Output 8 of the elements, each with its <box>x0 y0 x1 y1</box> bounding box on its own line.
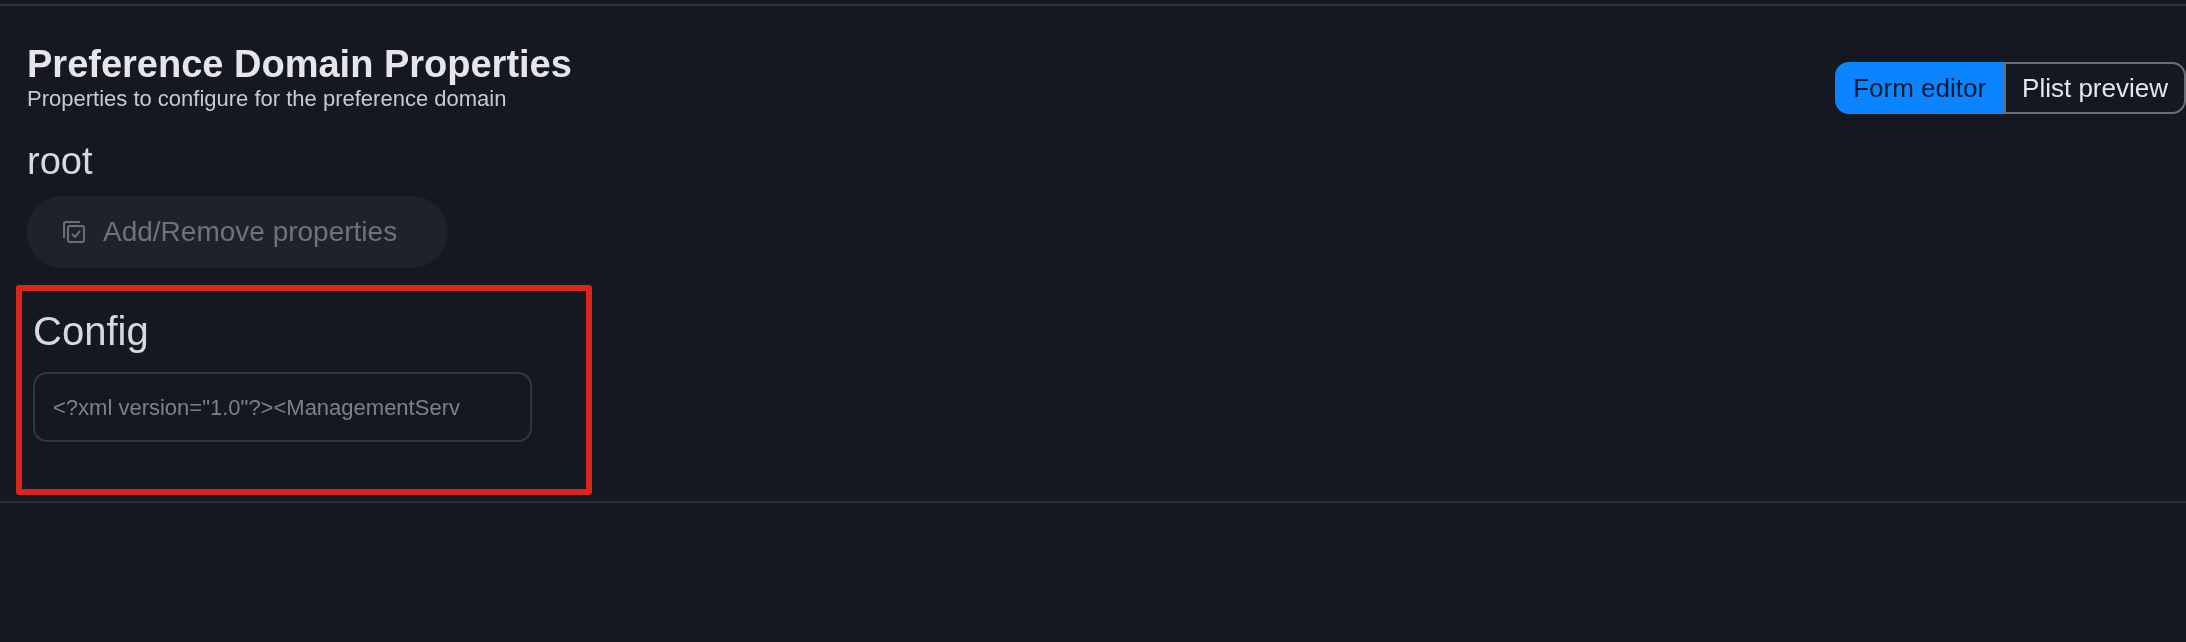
page-title: Preference Domain Properties <box>27 42 572 86</box>
checklist-icon <box>61 219 87 245</box>
section-title: root <box>27 139 94 184</box>
config-input-field[interactable]: <?xml version="1.0"?><ManagementServ <box>33 372 532 442</box>
view-tab[interactable]: Form editor <box>1835 62 2005 114</box>
page-subtitle: Properties to configure for the preference domain <box>27 86 508 112</box>
view-tab[interactable]: Plist preview <box>2004 62 2186 114</box>
config-label: Config <box>33 308 150 355</box>
